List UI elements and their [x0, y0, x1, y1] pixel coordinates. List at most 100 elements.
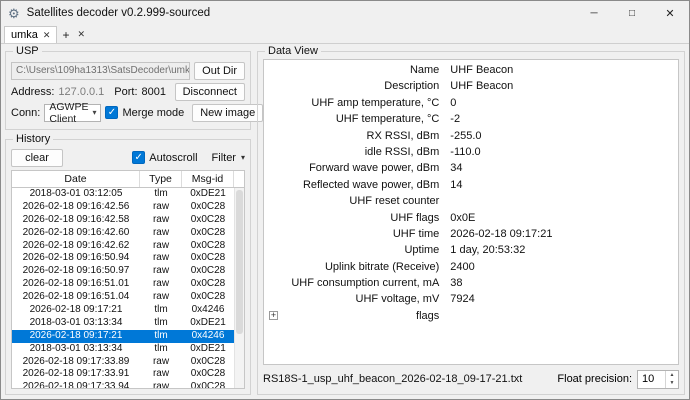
merge-mode-checkbox-wrap[interactable]: ✓ Merge mode [105, 106, 184, 119]
field-name: UHF reset counter [264, 193, 450, 209]
field-value: 2026-02-18 09:17:21 [450, 226, 678, 242]
out-dir-path-field[interactable]: C:\Users\109ha1313\SatsDecoder\umka [11, 62, 190, 80]
spinner-down-icon[interactable]: ▼ [666, 379, 678, 388]
add-tab-button[interactable]: + [57, 26, 74, 43]
field-name: Uplink bitrate (Receive) [264, 259, 450, 275]
out-dir-button[interactable]: Out Dir [194, 62, 245, 80]
data-view-row[interactable]: + idle RSSI, dBm -110.0 [264, 144, 678, 160]
history-scrollbar-thumb[interactable] [236, 190, 243, 334]
history-table-header: Date Type Msg-id [12, 171, 244, 188]
data-view-row[interactable]: + Uptime 1 day, 20:53:32 [264, 242, 678, 258]
minimize-button[interactable]: ─ [575, 1, 613, 25]
table-row[interactable]: 2026-02-18 09:16:42.56 raw 0x0C28 [12, 201, 234, 214]
history-group: History clear ✓ Autoscroll Filter ▾ Date [5, 133, 251, 395]
table-row[interactable]: 2026-02-18 09:17:33.94 raw 0x0C28 [12, 381, 234, 388]
window-title: Satellites decoder v0.2.999-sourced [27, 7, 210, 19]
field-value [450, 308, 678, 324]
new-image-button[interactable]: New image [192, 104, 263, 122]
field-name: idle RSSI, dBm [264, 144, 450, 160]
spinner-arrows: ▲ ▼ [665, 371, 678, 388]
data-view-row[interactable]: + UHF reset counter [264, 193, 678, 209]
cell-type: raw [140, 240, 182, 253]
column-header-type[interactable]: Type [140, 171, 182, 187]
port-label: Port: [114, 86, 137, 98]
merge-mode-checkbox[interactable]: ✓ [105, 106, 118, 119]
close-button[interactable]: ✕ [651, 1, 689, 25]
field-value [450, 193, 678, 209]
data-view-row[interactable]: + RX RSSI, dBm -255.0 [264, 128, 678, 144]
data-view-row[interactable]: + Forward wave power, dBm 34 [264, 160, 678, 176]
spinner-up-icon[interactable]: ▲ [666, 371, 678, 380]
cell-type: tlm [140, 317, 182, 330]
field-name: UHF voltage, mV [264, 291, 450, 307]
maximize-button[interactable]: □ [613, 1, 651, 25]
cell-msgid: 0x0C28 [182, 201, 234, 214]
data-view-row[interactable]: + Name UHF Beacon [264, 62, 678, 78]
history-scrollbar[interactable] [234, 188, 244, 388]
autoscroll-checkbox-wrap[interactable]: ✓ Autoscroll [132, 151, 197, 164]
tab-extra-close-icon[interactable]: ✕ [74, 26, 88, 43]
data-view-row[interactable]: + Uplink bitrate (Receive) 2400 [264, 259, 678, 275]
cell-msgid: 0x0C28 [182, 265, 234, 278]
data-view-row[interactable]: + UHF time 2026-02-18 09:17:21 [264, 226, 678, 242]
float-precision-spinner[interactable]: ▲ ▼ [637, 370, 679, 389]
filter-label: Filter [212, 152, 236, 164]
table-row[interactable]: 2026-02-18 09:16:51.01 raw 0x0C28 [12, 278, 234, 291]
gear-icon: ⚙ [8, 7, 20, 20]
data-view-row[interactable]: + UHF flags 0x0E [264, 210, 678, 226]
tab-close-icon[interactable]: ✕ [43, 30, 51, 41]
data-view-row[interactable]: + Reflected wave power, dBm 14 [264, 177, 678, 193]
data-view-row[interactable]: + UHF consumption current, mA 38 [264, 275, 678, 291]
chevron-down-icon: ▾ [88, 108, 100, 117]
filter-menu-button[interactable]: Filter ▾ [212, 152, 245, 164]
port-field[interactable]: 8001 [142, 86, 166, 98]
table-row[interactable]: 2026-02-18 09:16:42.60 raw 0x0C28 [12, 227, 234, 240]
cell-date: 2026-02-18 09:16:42.56 [12, 201, 140, 214]
table-row[interactable]: 2018-03-01 03:13:34 tlm 0xDE21 [12, 343, 234, 356]
cell-msgid: 0x0C28 [182, 214, 234, 227]
table-row[interactable]: 2026-02-18 09:16:42.62 raw 0x0C28 [12, 240, 234, 253]
main-content: USP C:\Users\109ha1313\SatsDecoder\umka … [1, 44, 689, 399]
table-row[interactable]: 2026-02-18 09:16:50.97 raw 0x0C28 [12, 265, 234, 278]
close-icon: ✕ [77, 29, 85, 40]
cell-type: raw [140, 265, 182, 278]
table-row[interactable]: 2026-02-18 09:17:33.89 raw 0x0C28 [12, 356, 234, 369]
expand-icon[interactable]: + [269, 311, 278, 320]
cell-type: tlm [140, 343, 182, 356]
autoscroll-checkbox[interactable]: ✓ [132, 151, 145, 164]
field-value: UHF Beacon [450, 62, 678, 78]
disconnect-button[interactable]: Disconnect [175, 83, 245, 101]
usp-conn-row: Conn: AGWPE Client ▾ ✓ Merge mode New im… [11, 103, 245, 122]
history-controls: clear ✓ Autoscroll Filter ▾ [11, 148, 245, 167]
field-value: 2400 [450, 259, 678, 275]
cell-msgid: 0xDE21 [182, 343, 234, 356]
data-view-row[interactable]: + UHF temperature, °C -2 [264, 111, 678, 127]
data-view-row[interactable]: + UHF amp temperature, °C 0 [264, 95, 678, 111]
table-row[interactable]: 2018-03-01 03:13:34 tlm 0xDE21 [12, 317, 234, 330]
float-precision-input[interactable] [638, 371, 665, 388]
table-row[interactable]: 2026-02-18 09:16:42.58 raw 0x0C28 [12, 214, 234, 227]
data-view-row[interactable]: + UHF voltage, mV 7924 [264, 291, 678, 307]
table-row[interactable]: 2026-02-18 09:17:21 tlm 0x4246 [12, 330, 234, 343]
clear-button[interactable]: clear [11, 149, 63, 167]
table-row[interactable]: 2026-02-18 09:17:21 tlm 0x4246 [12, 304, 234, 317]
column-header-msgid[interactable]: Msg-id [182, 171, 234, 187]
table-row[interactable]: 2026-02-18 09:16:50.94 raw 0x0C28 [12, 252, 234, 265]
cell-date: 2026-02-18 09:16:50.97 [12, 265, 140, 278]
table-row[interactable]: 2018-03-01 03:12:05 tlm 0xDE21 [12, 188, 234, 201]
data-view-row[interactable]: + flags [264, 308, 678, 324]
field-name: Description [264, 78, 450, 94]
data-view-list: + Name UHF Beacon + Description UHF Beac… [263, 59, 679, 365]
cell-msgid: 0x0C28 [182, 356, 234, 369]
conn-select[interactable]: AGWPE Client ▾ [44, 104, 101, 122]
usp-address-row: Address: 127.0.0.1 Port: 8001 Disconnect [11, 82, 245, 101]
merge-mode-label: Merge mode [122, 107, 184, 119]
table-row[interactable]: 2026-02-18 09:17:33.91 raw 0x0C28 [12, 368, 234, 381]
cell-date: 2026-02-18 09:17:21 [12, 330, 140, 343]
column-header-date[interactable]: Date [12, 171, 140, 187]
tab-umka[interactable]: umka ✕ [4, 26, 57, 43]
table-row[interactable]: 2026-02-18 09:16:51.04 raw 0x0C28 [12, 291, 234, 304]
data-view-row[interactable]: + Description UHF Beacon [264, 78, 678, 94]
field-name: Name [264, 62, 450, 78]
address-field[interactable]: 127.0.0.1 [58, 86, 104, 98]
